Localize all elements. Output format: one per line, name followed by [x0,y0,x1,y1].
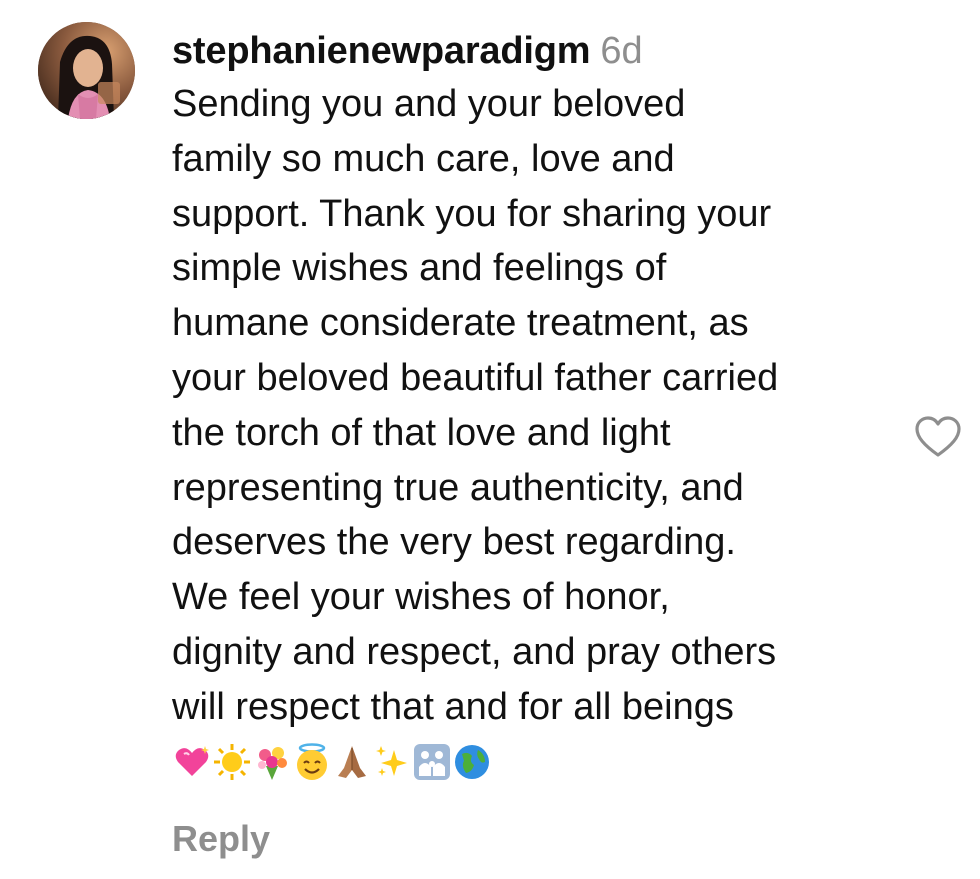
comment-text-line: humane considerate treatment, as [172,302,749,345]
avatar[interactable] [38,22,135,119]
timestamp[interactable]: 6d [600,30,642,72]
comment-text-line: family so much care, love and [172,137,675,180]
emoji-row [172,739,902,785]
comment-text-line: your beloved beautiful father carried [172,356,779,399]
folded-hands-icon [332,742,372,782]
comment-text-line: will respect that and for all beings [172,685,734,728]
bouquet-icon [252,742,292,782]
comment-text-line: representing true authenticity, and [172,466,744,509]
family-icon [412,742,452,782]
comment-text-line: We feel your wishes of honor, [172,576,670,619]
comment-text-line: the torch of that love and light [172,411,671,454]
comment-body: stephanienewparadigm 6d Sending you and y… [172,28,902,785]
comment-text-line: support. Thank you for sharing your [172,192,772,235]
comment-text-line: simple wishes and feelings of [172,247,667,290]
smiling-face-with-halo-icon [292,742,332,782]
heart-outline-icon [915,416,961,457]
reply-button[interactable]: Reply [172,818,270,860]
comment-text-line: deserves the very best regarding. [172,521,736,564]
comment: stephanienewparadigm 6d Sending you and y… [0,0,980,879]
like-button[interactable] [914,415,962,459]
sun-icon [212,742,252,782]
comment-header: stephanienewparadigm 6d [172,28,902,74]
avatar-image [38,22,135,119]
sparkling-heart-icon [172,742,212,782]
username-link[interactable]: stephanienewparadigm [172,30,591,72]
sparkles-icon [372,742,412,782]
globe-icon [452,742,492,782]
comment-text-line: Sending you and your beloved [172,83,686,125]
comment-text-line: dignity and respect, and pray others [172,630,777,673]
comment-text: Sending you and your beloved family so m… [172,77,902,735]
